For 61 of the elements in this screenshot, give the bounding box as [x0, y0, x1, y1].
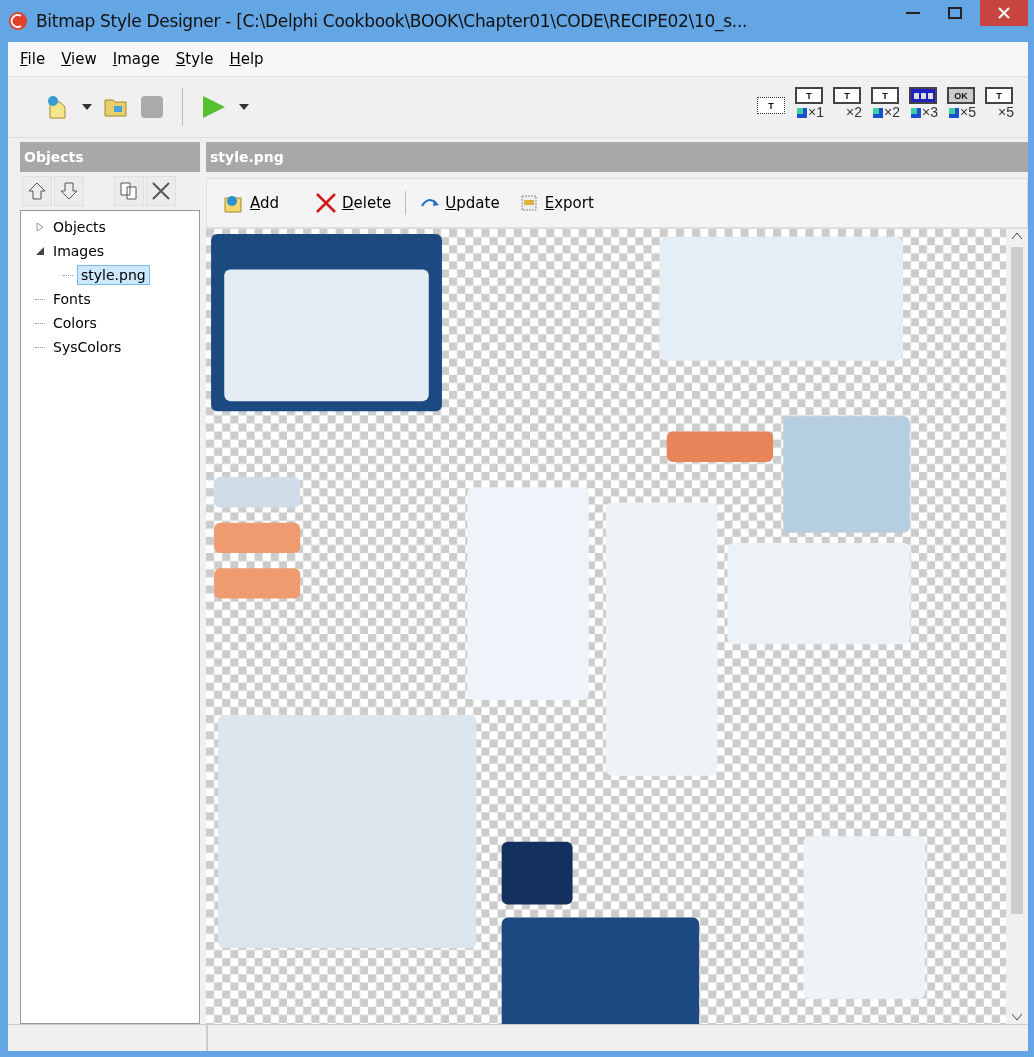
scroll-down-icon	[1012, 1014, 1022, 1020]
add-button[interactable]: Add	[217, 192, 286, 214]
close-icon	[998, 7, 1010, 19]
style-preview-button[interactable]: T ×1	[790, 87, 828, 127]
stop-icon	[140, 95, 164, 119]
preview-glyph: T	[768, 100, 774, 111]
style-preview-button[interactable]: T ×2	[866, 87, 904, 127]
delete-button[interactable]: Delete	[309, 192, 398, 214]
tree-item[interactable]: Images	[49, 241, 109, 261]
tree-item[interactable]: Objects	[49, 217, 110, 237]
preview-glyph: OK	[954, 90, 968, 101]
close-icon	[315, 192, 338, 214]
menu-item[interactable]: Image	[106, 48, 166, 70]
window-title: Bitmap Style Designer - [C:\Delphi Cookbook\BOOK\Chapter01\CODE\RECIPE02\10_s...	[36, 11, 749, 31]
preview-glyph: T	[806, 90, 812, 101]
menu-item[interactable]: Style	[169, 48, 220, 70]
minimize-icon	[906, 12, 920, 14]
menu-item[interactable]: View	[55, 48, 103, 70]
folder-icon	[104, 96, 128, 118]
preview-count: ×2	[884, 105, 900, 120]
maximize-icon	[948, 7, 962, 19]
preview-count: ×5	[998, 105, 1014, 120]
copy-icon	[120, 182, 138, 200]
tree-item[interactable]: Fonts	[49, 289, 95, 309]
copy-button[interactable]	[114, 176, 144, 206]
menu-item[interactable]: File	[14, 48, 52, 70]
update-button[interactable]: Update	[414, 194, 506, 212]
preview-glyph: T	[844, 90, 850, 101]
expanded-arrow-icon[interactable]	[35, 246, 45, 256]
preview-count: ×2	[846, 105, 862, 120]
tree-item[interactable]: SysColors	[49, 337, 126, 357]
up-arrow-icon	[28, 182, 46, 200]
play-icon	[201, 94, 227, 120]
down-button[interactable]	[54, 176, 84, 206]
caption-buttons-icon	[913, 91, 933, 100]
preview-count: ×3	[922, 105, 938, 120]
delete-button[interactable]	[146, 176, 176, 206]
export-button[interactable]: Export	[511, 192, 600, 214]
down-arrow-icon	[60, 182, 78, 200]
panel-header: style.png	[206, 142, 1028, 172]
menu-item[interactable]: Help	[223, 48, 270, 70]
tree-item[interactable]: style.png	[77, 265, 150, 285]
style-preview-button[interactable]: T ×5	[980, 87, 1018, 127]
preview-glyph: T	[996, 90, 1002, 101]
collapsed-arrow-icon[interactable]	[35, 222, 45, 232]
caret-icon	[82, 104, 92, 110]
caret-icon	[239, 104, 249, 110]
scroll-up-icon	[1012, 233, 1022, 239]
preview-count: ×5	[960, 105, 976, 120]
style-preview-button[interactable]: T ×2	[828, 87, 866, 127]
panel-header: Objects	[20, 142, 200, 172]
preview-count: ×1	[808, 105, 824, 120]
close-button[interactable]	[980, 0, 1028, 26]
up-button[interactable]	[22, 176, 52, 206]
delete-icon	[151, 181, 171, 201]
tree-item[interactable]: Colors	[49, 313, 101, 333]
style-preview-button[interactable]: T	[752, 87, 790, 127]
preview-glyph: T	[882, 90, 888, 101]
style-preview-button[interactable]: OK ×5	[942, 87, 980, 127]
style-preview-button[interactable]: ×3	[904, 87, 942, 127]
app-logo-icon	[8, 11, 28, 31]
